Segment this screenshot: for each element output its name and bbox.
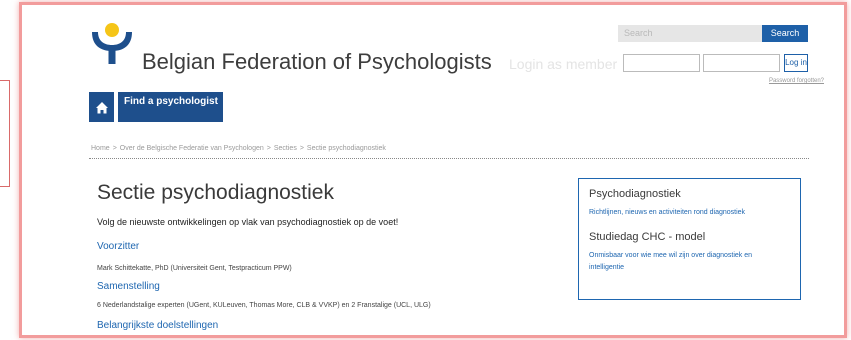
breadcrumb-current: Sectie psychodiagnostiek <box>306 145 386 152</box>
home-button[interactable] <box>89 92 114 122</box>
breadcrumb-separator: > <box>112 145 117 152</box>
logo-icon[interactable] <box>89 22 135 64</box>
divider <box>89 158 809 159</box>
site-title[interactable]: Belgian Federation of Psychologists <box>142 49 492 75</box>
sidebar-text-studiedag[interactable]: Onmisbaar voor wie mee wil zijn over dia… <box>589 250 790 274</box>
username-field[interactable] <box>623 54 700 72</box>
password-forgotten-link[interactable]: Password forgotten? <box>769 78 824 84</box>
page-title: Sectie psychodiagnostiek <box>97 181 334 204</box>
home-icon <box>95 101 108 113</box>
intro-text: Volg de nieuwste ontwikkelingen op vlak … <box>97 217 399 227</box>
page-frame: Belgian Federation of Psychologists Sear… <box>19 2 847 338</box>
sidebar-title-studiedag[interactable]: Studiedag CHC - model <box>589 231 790 243</box>
chair-text: Mark Schittekatte, PhD (Universiteit Gen… <box>97 265 292 272</box>
login-button[interactable]: Log in <box>784 54 808 72</box>
breadcrumb-separator: > <box>299 145 304 152</box>
search-button[interactable]: Search <box>762 25 808 42</box>
composition-text: 6 Nederlandstalige experten (UGent, KULe… <box>97 302 431 309</box>
sidebar-box: Psychodiagnostiek Richtlijnen, nieuws en… <box>578 178 801 300</box>
breadcrumb-home[interactable]: Home <box>91 145 110 152</box>
sidebar-text-studiedag-line2: intelligentie <box>589 264 625 271</box>
sidebar-text-psychodiagnostiek[interactable]: Richtlijnen, nieuws en activiteiten rond… <box>589 207 790 219</box>
breadcrumb-federation[interactable]: Over de Belgische Federatie van Psycholo… <box>120 145 264 152</box>
sidebar-text-studiedag-line1: Onmisbaar voor wie mee wil zijn over dia… <box>589 252 753 259</box>
composition-heading: Samenstelling <box>97 281 160 292</box>
login-label: Login as member <box>509 56 618 72</box>
sidebar-title-psychodiagnostiek[interactable]: Psychodiagnostiek <box>589 188 790 200</box>
outer-highlight-box <box>0 80 10 187</box>
search-input[interactable]: Search <box>618 25 762 42</box>
breadcrumb-separator: > <box>266 145 271 152</box>
breadcrumb: Home > Over de Belgische Federatie van Psy… <box>91 145 386 152</box>
breadcrumb-secties[interactable]: Secties <box>274 145 297 152</box>
goals-heading: Belangrijkste doelstellingen <box>97 320 219 331</box>
chair-heading: Voorzitter <box>97 241 140 252</box>
password-field[interactable] <box>703 54 780 72</box>
find-psychologist-button[interactable]: Find a psychologist <box>118 92 223 122</box>
